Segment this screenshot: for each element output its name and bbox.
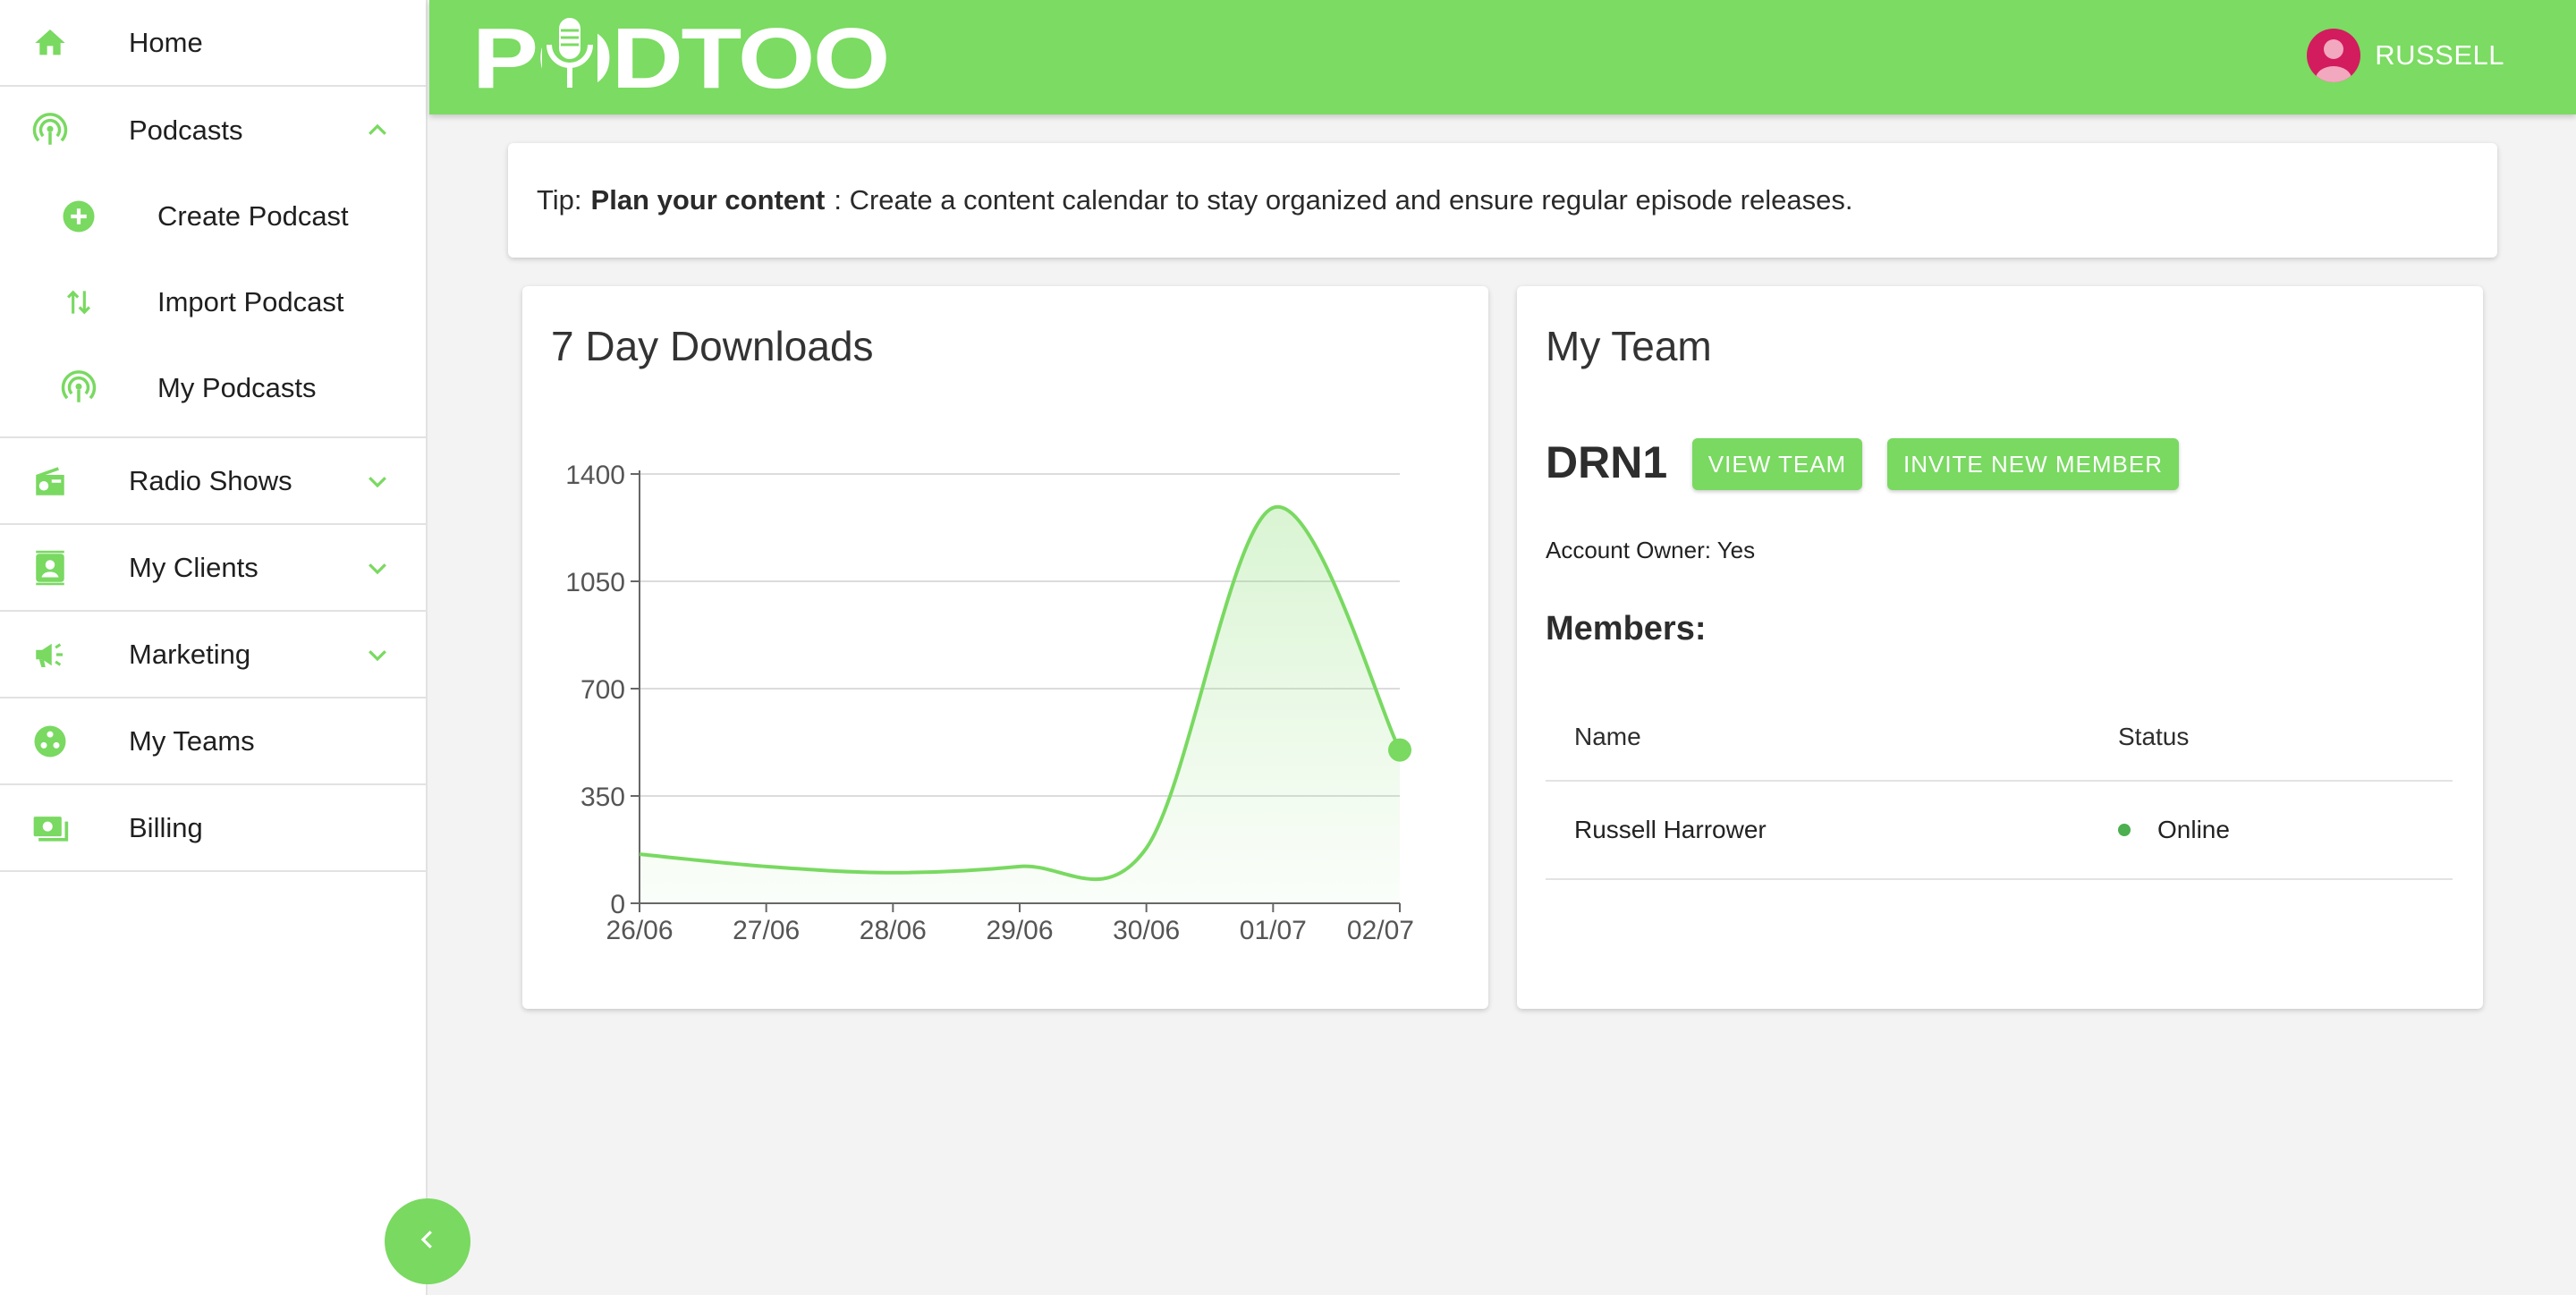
sidebar-item-marketing[interactable]: Marketing [0,612,426,698]
y-tick-label: 700 [580,675,625,705]
megaphone-icon [30,635,70,674]
downloads-card: 7 Day Downloads 0 350 700 1050 1400 26/06 27/0… [522,286,1488,1009]
column-header-name: Name [1574,723,1641,750]
sidebar: Home Podcasts Create Podcast Import Podc… [0,0,428,1295]
tip-prefix: Tip: [537,184,582,216]
column-header-status: Status [2118,723,2190,750]
online-status-icon [2118,824,2131,836]
table-row[interactable]: Russell Harrower Online [1546,782,2453,880]
sidebar-item-label: My Teams [129,724,255,757]
podcasts-submenu: Create Podcast Import Podcast My Podcast… [0,174,426,438]
member-name: Russell Harrower [1574,816,1767,843]
sidebar-item-home[interactable]: Home [0,0,426,87]
money-icon [30,808,70,848]
y-tick-label: 1400 [565,461,625,490]
chevron-left-icon [414,1226,441,1257]
sidebar-item-radio-shows[interactable]: Radio Shows [0,438,426,525]
x-tick-label: 29/06 [986,916,1053,945]
status-label: Online [2157,816,2230,843]
sidebar-item-create-podcast[interactable]: Create Podcast [0,174,426,259]
team-card: My Team DRN1 VIEW TEAM INVITE NEW MEMBER… [1517,286,2483,1009]
podcast-icon [59,368,98,408]
user-menu[interactable]: RUSSELL [2307,29,2504,82]
avatar [2307,29,2361,82]
x-tick-label: 28/06 [860,916,927,945]
y-tick-label: 350 [580,783,625,812]
sidebar-item-label: Import Podcast [157,286,344,317]
collapse-sidebar-button[interactable] [385,1198,470,1284]
chevron-down-icon [361,552,394,584]
sidebar-item-import-podcast[interactable]: Import Podcast [0,259,426,345]
podtoo-logo[interactable]: PODTOO [472,13,893,102]
contact-card-icon [30,548,70,588]
sidebar-item-label: Home [129,26,203,58]
x-tick-label: 26/06 [606,916,673,945]
member-status: Online [2118,816,2230,844]
top-bar: PODTOO RUSSELL [429,0,2576,114]
add-circle-icon [59,197,98,236]
sidebar-item-billing[interactable]: Billing [0,785,426,872]
downloads-chart: 03507001050140026/06 27/06 28/06 29/06 30/06… [565,461,1414,945]
table-header: Name Status [1546,692,2453,782]
logo-wordmark: PODTOO [472,13,888,102]
chevron-up-icon [361,114,394,147]
sidebar-item-podcasts[interactable]: Podcasts [0,87,426,174]
members-table: Name Status Russell Harrower Online [1546,692,2453,880]
y-tick-label: 1050 [565,568,625,597]
view-team-button[interactable]: VIEW TEAM [1692,438,1862,490]
sidebar-item-label: My Podcasts [157,372,317,403]
podcast-icon [30,111,70,150]
import-arrows-icon [59,283,98,322]
user-name: RUSSELL [2375,39,2504,71]
team-name: DRN1 [1546,437,1668,487]
card-title: My Team [1546,323,1712,369]
radio-icon [30,461,70,501]
account-owner-text: Account Owner: Yes [1546,537,1756,563]
sidebar-item-label: Marketing [129,638,251,670]
tip-banner: Tip: Plan your content : Create a conten… [508,143,2497,258]
sidebar-item-label: Podcasts [129,114,243,146]
chevron-down-icon [361,465,394,497]
x-tick-label: 02/07 [1347,916,1414,945]
area-fill [640,506,1400,903]
data-point [1388,738,1411,762]
home-icon [30,23,70,63]
tip-heading: Plan your content [590,184,826,216]
invite-member-button[interactable]: INVITE NEW MEMBER [1887,438,2179,490]
sidebar-item-label: Create Podcast [157,200,349,232]
tip-text: : Create a content calendar to stay orga… [834,184,1853,216]
x-tick-label: 27/06 [733,916,800,945]
x-tick-label: 30/06 [1113,916,1180,945]
sidebar-item-my-teams[interactable]: My Teams [0,698,426,785]
sidebar-item-my-podcasts[interactable]: My Podcasts [0,345,426,431]
chevron-down-icon [361,639,394,671]
sidebar-item-label: Billing [129,811,203,843]
team-icon [30,722,70,761]
sidebar-item-label: My Clients [129,551,258,583]
members-heading: Members: [1546,610,1707,648]
sidebar-item-my-clients[interactable]: My Clients [0,525,426,612]
sidebar-item-label: Radio Shows [129,464,292,496]
x-tick-label: 01/07 [1240,916,1307,945]
microphone-icon [542,13,597,102]
